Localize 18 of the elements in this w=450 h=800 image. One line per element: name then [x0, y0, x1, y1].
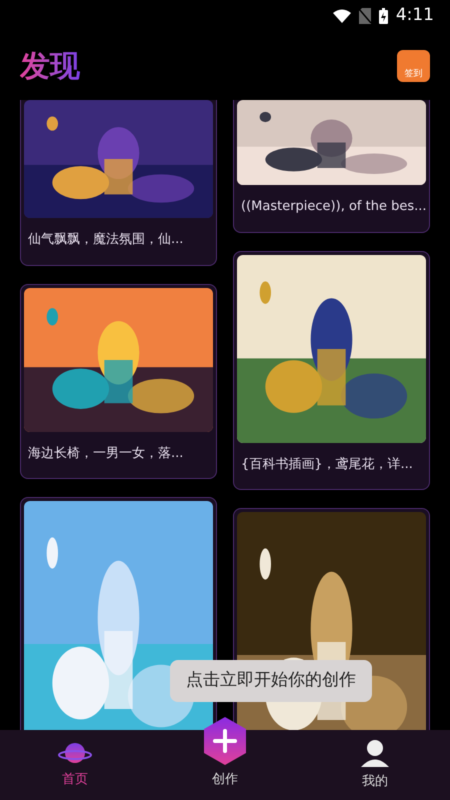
person-icon: [360, 738, 390, 768]
tooltip: 点击立即开始你的创作: [170, 660, 372, 702]
card-caption: {百科书插画}，鸢尾花，详...: [240, 456, 414, 474]
artwork-card[interactable]: ((Masterpiece)), of the bes...: [233, 100, 430, 232]
card-caption: ((Masterpiece)), of the bes...: [240, 198, 426, 216]
nav-tab[interactable]: 首页: [35, 740, 115, 790]
nav-tab[interactable]: 我的: [335, 738, 415, 792]
card-caption: 仙气飘飘，魔法氛围，仙...: [27, 231, 184, 249]
wifi-icon: [332, 9, 351, 23]
nav-tab[interactable]: 创作: [185, 716, 265, 790]
artwork-card[interactable]: {百科书插画}，鸢尾花，详...: [233, 250, 430, 490]
no-sim-icon: [358, 8, 371, 24]
status-time: 4:11: [396, 4, 434, 28]
artwork-card[interactable]: 海边长椅，一男一女，落...: [20, 284, 217, 479]
card-caption: 海边长椅，一男一女，落...: [27, 444, 184, 462]
battery-icon: [378, 8, 388, 24]
plus-icon: [202, 716, 248, 766]
artwork-card[interactable]: 仙气飘飘，魔法氛围，仙...: [20, 100, 217, 266]
